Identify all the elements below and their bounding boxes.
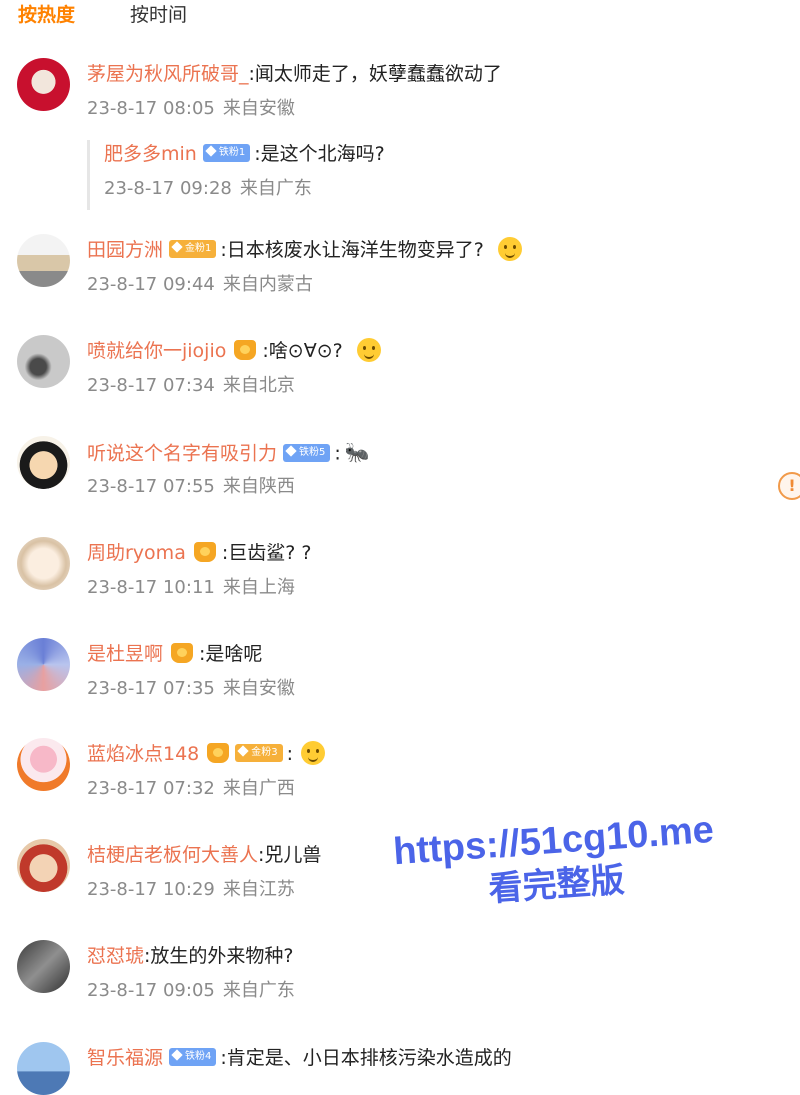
location: 来自北京 — [222, 375, 295, 396]
username[interactable]: 是杜昱啊 — [87, 643, 163, 665]
location: 来自安徽 — [222, 98, 295, 119]
gem-icon — [171, 241, 183, 253]
timestamp: 23-8-17 09:05 — [87, 980, 215, 1001]
location: 来自广东 — [239, 178, 312, 199]
comment-text: :是这个北海吗? — [254, 143, 385, 165]
username[interactable]: 蓝焰冰点148 — [87, 743, 199, 765]
location: 来自内蒙古 — [222, 274, 313, 295]
comment-text: :闻太师走了，妖孽蠢蠢欲动了 — [248, 63, 502, 85]
comment-text: :巨齿鲨? ? — [221, 542, 312, 564]
location: 来自江苏 — [222, 879, 295, 900]
gem-icon — [171, 1049, 183, 1061]
avatar[interactable] — [17, 738, 70, 791]
comment-text: : — [286, 743, 294, 765]
location: 来自上海 — [222, 577, 295, 598]
comment-text: :肯定是、小日本排核污染水造成的 — [220, 1047, 512, 1069]
comment-text: :日本核废水让海洋生物变异了? — [220, 239, 490, 261]
username[interactable]: 喷就给你一jiojio — [87, 340, 226, 362]
timestamp: 23-8-17 09:44 — [87, 274, 215, 295]
avatar[interactable] — [17, 940, 70, 993]
tab-hot[interactable]: 按热度 — [18, 2, 75, 28]
comment-meta: 23-8-17 10:29 来自江苏 — [87, 877, 295, 903]
avatar[interactable] — [17, 335, 70, 388]
comment-meta: 23-8-17 07:55 来自陕西 — [87, 474, 295, 500]
vip-crown-icon — [234, 339, 257, 360]
fan-badge: 金粉1 — [169, 240, 217, 258]
avatar[interactable] — [17, 234, 70, 287]
comment-meta: 23-8-17 09:28 来自广东 — [104, 176, 312, 202]
gem-icon — [285, 444, 297, 457]
scream-emoji-icon — [356, 337, 381, 362]
timestamp: 23-8-17 07:55 — [87, 476, 215, 497]
comment-text: :兕儿兽 — [258, 844, 322, 866]
username[interactable]: 周助ryoma — [87, 542, 186, 564]
avatar[interactable] — [17, 1042, 70, 1095]
vip-crown-icon — [171, 642, 194, 663]
fan-badge: 铁粉5 — [283, 443, 331, 462]
timestamp: 23-8-17 08:05 — [87, 98, 215, 119]
username[interactable]: 茅屋为秋风所破哥_ — [87, 63, 249, 85]
username[interactable]: 听说这个名字有吸引力 — [87, 443, 277, 465]
gem-icon — [205, 145, 217, 157]
vip-crown-icon — [207, 742, 230, 763]
timestamp: 23-8-17 10:29 — [87, 879, 215, 900]
fan-badge: 铁粉1 — [202, 144, 251, 162]
avatar[interactable] — [17, 436, 70, 489]
watermark: https://51cg10.me 看完整版 — [352, 804, 757, 920]
tab-time[interactable]: 按时间 — [130, 2, 187, 28]
username[interactable]: 田园方洲 — [87, 239, 163, 261]
avatar[interactable] — [17, 839, 70, 892]
comment-meta: 23-8-17 07:32 来自广西 — [87, 776, 295, 802]
comment-text: :是啥呢 — [199, 643, 263, 665]
timestamp: 23-8-17 07:34 — [87, 375, 215, 396]
comment-meta: 23-8-17 09:05 来自广东 — [87, 978, 295, 1004]
fan-badge: 金粉3 — [235, 744, 283, 762]
comment-meta: 23-8-17 10:11 来自上海 — [87, 575, 295, 601]
location: 来自广东 — [222, 980, 295, 1001]
timestamp: 23-8-17 09:28 — [104, 178, 232, 199]
reply-item: 肥多多min 铁粉1:是这个北海吗? 23-8-17 09:28 来自广东 — [87, 140, 610, 210]
fan-badge: 铁粉4 — [169, 1048, 217, 1066]
location: 来自陕西 — [222, 476, 295, 497]
ant-emoji-icon: 🐜 — [344, 440, 370, 464]
comment-text: :啥⊙∀⊙? — [262, 340, 349, 362]
gem-icon — [237, 745, 249, 757]
avatar[interactable] — [17, 58, 70, 111]
comment-meta: 23-8-17 07:34 来自北京 — [87, 373, 295, 399]
sort-tabs: 按热度 按时间 — [0, 0, 800, 36]
timestamp: 23-8-17 10:11 — [87, 577, 215, 598]
avatar[interactable] — [17, 537, 70, 590]
username[interactable]: 肥多多min — [104, 143, 197, 165]
username[interactable]: 智乐福源 — [87, 1047, 163, 1069]
vip-crown-icon — [193, 541, 216, 562]
crying-laugh-emoji-icon — [497, 236, 522, 261]
timestamp: 23-8-17 07:32 — [87, 778, 215, 799]
avatar[interactable] — [17, 638, 70, 691]
location: 来自广西 — [222, 778, 295, 799]
timestamp: 23-8-17 07:35 — [87, 678, 215, 699]
comment-meta: 23-8-17 08:05 来自安徽 — [87, 96, 295, 122]
comment-meta: 23-8-17 09:44 来自内蒙古 — [87, 272, 313, 298]
comment-text: :放生的外来物种? — [144, 945, 294, 967]
username[interactable]: 怼怼琥 — [87, 945, 144, 967]
comment-text: : — [334, 442, 341, 465]
report-icon[interactable]: ! — [778, 472, 800, 500]
comment-meta: 23-8-17 07:35 来自安徽 — [87, 676, 295, 702]
location: 来自安徽 — [222, 678, 295, 699]
thinking-emoji-icon — [301, 740, 326, 765]
username[interactable]: 桔梗店老板何大善人 — [87, 844, 258, 866]
